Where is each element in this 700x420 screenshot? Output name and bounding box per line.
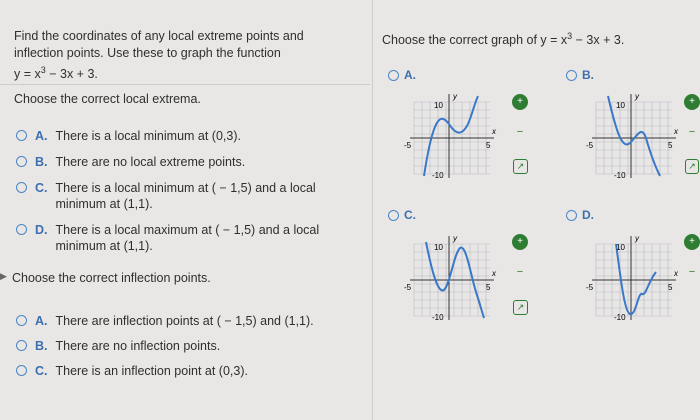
x-max-label: 5 <box>486 141 491 150</box>
graph-option-b[interactable]: B. <box>566 68 594 82</box>
inflection-prompt: Choose the correct inflection points. <box>12 271 211 285</box>
question-panel: Find the coordinates of any local extrem… <box>0 0 370 420</box>
graph-d[interactable]: y x 10 -10 -5 5 <box>586 232 682 322</box>
y-axis-label: y <box>452 234 458 243</box>
y-min-label: -10 <box>432 313 444 322</box>
extrema-option-d[interactable]: D. There is a local maximum at ( − 1,5) … <box>16 222 336 254</box>
y-max-label: 10 <box>616 101 625 110</box>
x-max-label: 5 <box>668 283 673 292</box>
radio-button[interactable] <box>388 209 399 221</box>
y-max-label: 10 <box>434 101 443 110</box>
x-axis-label: x <box>491 127 497 136</box>
graph-option-d[interactable]: D. <box>566 208 594 222</box>
inflection-option-b[interactable]: B. There are no inflection points. <box>16 338 336 354</box>
radio-button[interactable] <box>566 209 577 221</box>
y-min-label: -10 <box>432 171 444 180</box>
y-axis-label: y <box>452 92 458 101</box>
inflection-option-c[interactable]: C. There is an inflection point at (0,3)… <box>16 363 336 379</box>
y-min-label: -10 <box>614 171 626 180</box>
extrema-option-b[interactable]: B. There are no local extreme points. <box>16 154 336 170</box>
radio-button[interactable] <box>388 69 399 81</box>
popout-icon[interactable]: ↗ <box>513 159 528 174</box>
popout-icon[interactable]: ↗ <box>513 300 528 315</box>
y-max-label: 10 <box>434 243 443 252</box>
radio-button[interactable] <box>16 365 27 376</box>
y-axis-label: y <box>634 234 640 243</box>
x-min-label: -5 <box>586 283 594 292</box>
extrema-prompt: Choose the correct local extrema. <box>14 92 201 106</box>
graph-prompt: Choose the correct graph of y = x3 − 3x … <box>382 31 625 48</box>
question-text: Find the coordinates of any local extrem… <box>14 28 334 83</box>
graph-option-a[interactable]: A. <box>388 68 416 82</box>
question-line-1: Find the coordinates of any local extrem… <box>14 29 304 43</box>
radio-button[interactable] <box>16 224 27 235</box>
extrema-option-c[interactable]: C. There is a local minimum at ( − 1,5) … <box>16 180 336 212</box>
zoom-in-icon[interactable]: + <box>512 234 528 250</box>
graph-b[interactable]: y x 10 -10 -5 5 <box>586 90 682 180</box>
question-function: y = x3 − 3x + 3. <box>14 65 98 82</box>
graph-option-c[interactable]: C. <box>388 208 416 222</box>
zoom-in-icon[interactable]: + <box>684 94 700 110</box>
radio-button[interactable] <box>16 340 27 351</box>
x-axis-label: x <box>491 269 497 278</box>
x-max-label: 5 <box>668 141 673 150</box>
graph-a[interactable]: y x 10 -10 -5 5 <box>404 90 500 180</box>
x-axis-label: x <box>673 127 679 136</box>
graph-c[interactable]: y x 10 -10 -5 5 <box>404 232 500 322</box>
current-part-arrow-icon: ▶ <box>0 271 7 281</box>
x-axis-label: x <box>673 269 679 278</box>
extrema-option-a[interactable]: A. There is a local minimum at (0,3). <box>16 128 336 144</box>
graph-panel <box>372 0 700 420</box>
y-max-label: 10 <box>616 243 625 252</box>
zoom-in-icon[interactable]: + <box>684 234 700 250</box>
zoom-in-icon[interactable]: + <box>512 94 528 110</box>
x-min-label: -5 <box>586 141 594 150</box>
zoom-out-icon[interactable]: − <box>512 124 528 140</box>
y-min-label: -10 <box>614 313 626 322</box>
x-min-label: -5 <box>404 283 412 292</box>
inflection-option-a[interactable]: A. There are inflection points at ( − 1,… <box>16 313 336 329</box>
radio-button[interactable] <box>16 182 27 193</box>
x-max-label: 5 <box>486 283 491 292</box>
radio-button[interactable] <box>16 156 27 167</box>
zoom-out-icon[interactable]: − <box>684 264 700 280</box>
radio-button[interactable] <box>16 315 27 326</box>
divider <box>0 84 370 85</box>
radio-button[interactable] <box>16 130 27 141</box>
zoom-out-icon[interactable]: − <box>684 124 700 140</box>
popout-icon[interactable]: ↗ <box>685 159 699 174</box>
radio-button[interactable] <box>566 69 577 81</box>
question-line-2: inflection points. Use these to graph th… <box>14 46 281 60</box>
y-axis-label: y <box>634 92 640 101</box>
zoom-out-icon[interactable]: − <box>512 264 528 280</box>
x-min-label: -5 <box>404 141 412 150</box>
